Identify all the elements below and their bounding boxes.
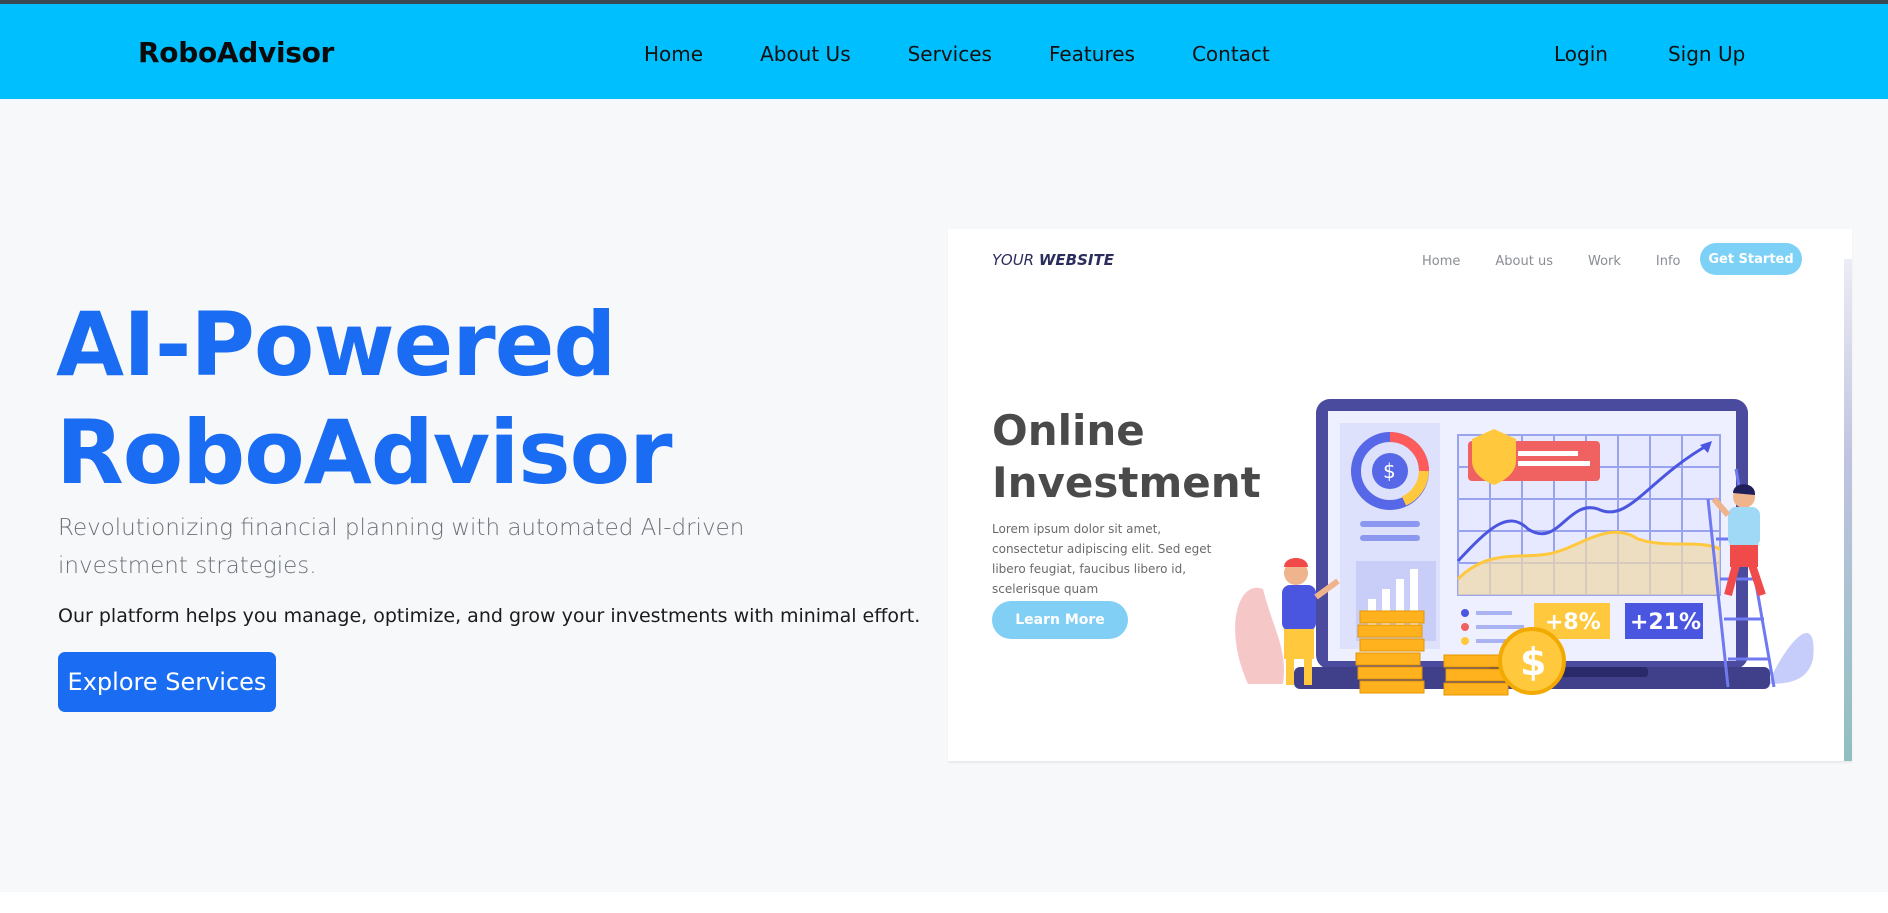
illustration-nav: Home About us Work Info	[1422, 254, 1716, 269]
plant-left-icon	[1235, 587, 1284, 684]
illustration-heading-line1: Online	[992, 406, 1145, 455]
illustration-lorem: Lorem ipsum dolor sit amet, consectetur …	[992, 522, 1212, 596]
hero-illustration: YOUR WEBSITE Home About us Work Info Get…	[948, 229, 1852, 761]
illustration-brand-bold: WEBSITE	[1038, 251, 1114, 269]
hero-title-line2: RoboAdvisor	[56, 401, 673, 504]
login-link[interactable]: Login	[1554, 42, 1608, 66]
nav-link-features[interactable]: Features	[1049, 42, 1135, 66]
explore-services-button[interactable]: Explore Services	[58, 652, 276, 712]
illustration-heading-line2: Investment	[992, 458, 1261, 507]
plant-right-icon	[1768, 633, 1814, 684]
nav-links: Home About Us Services Features Contact	[644, 42, 1327, 66]
page-bottom	[0, 892, 1888, 913]
signup-link[interactable]: Sign Up	[1668, 42, 1745, 66]
hero-description: Our platform helps you manage, optimize,…	[58, 605, 921, 627]
hero-section: AI-Powered RoboAdvisor Revolutionizing f…	[0, 99, 1888, 892]
nav-link-contact[interactable]: Contact	[1192, 42, 1270, 66]
dollar-coin-text: $	[1520, 640, 1546, 684]
svg-text:$: $	[1383, 459, 1396, 483]
brand-logo[interactable]: RoboAdvisor	[138, 36, 334, 69]
illustration-nav-work: Work	[1587, 254, 1621, 269]
nav-link-services[interactable]: Services	[908, 42, 992, 66]
illustration-brand: YOUR WEBSITE	[992, 251, 1114, 269]
illustration-learn-more: Learn More	[992, 601, 1128, 639]
hero-title: AI-Powered RoboAdvisor	[56, 291, 673, 507]
illustration-nav-about: About us	[1495, 254, 1553, 269]
stat-8-text: +8%	[1545, 610, 1601, 635]
illustration-brand-prefix: YOUR	[992, 251, 1039, 269]
hero-subtitle: Revolutionizing financial planning with …	[58, 515, 745, 579]
auth-links: Login Sign Up	[1554, 42, 1805, 66]
illustration-nav-home: Home	[1422, 254, 1461, 269]
hero-title-line1: AI-Powered	[56, 293, 616, 396]
illustration-edge	[1844, 259, 1852, 761]
stat-21-text: +21%	[1630, 610, 1701, 635]
nav-link-about-us[interactable]: About Us	[760, 42, 851, 66]
illustration-heading: Online Investment	[992, 405, 1261, 509]
nav-link-home[interactable]: Home	[644, 42, 703, 66]
navbar: RoboAdvisor Home About Us Services Featu…	[0, 4, 1888, 99]
laptop-investment-graphic: $ +8% +21% $	[1235, 399, 1814, 696]
illustration-get-started: Get Started	[1700, 243, 1802, 275]
illustration-nav-info: Info	[1655, 254, 1681, 269]
